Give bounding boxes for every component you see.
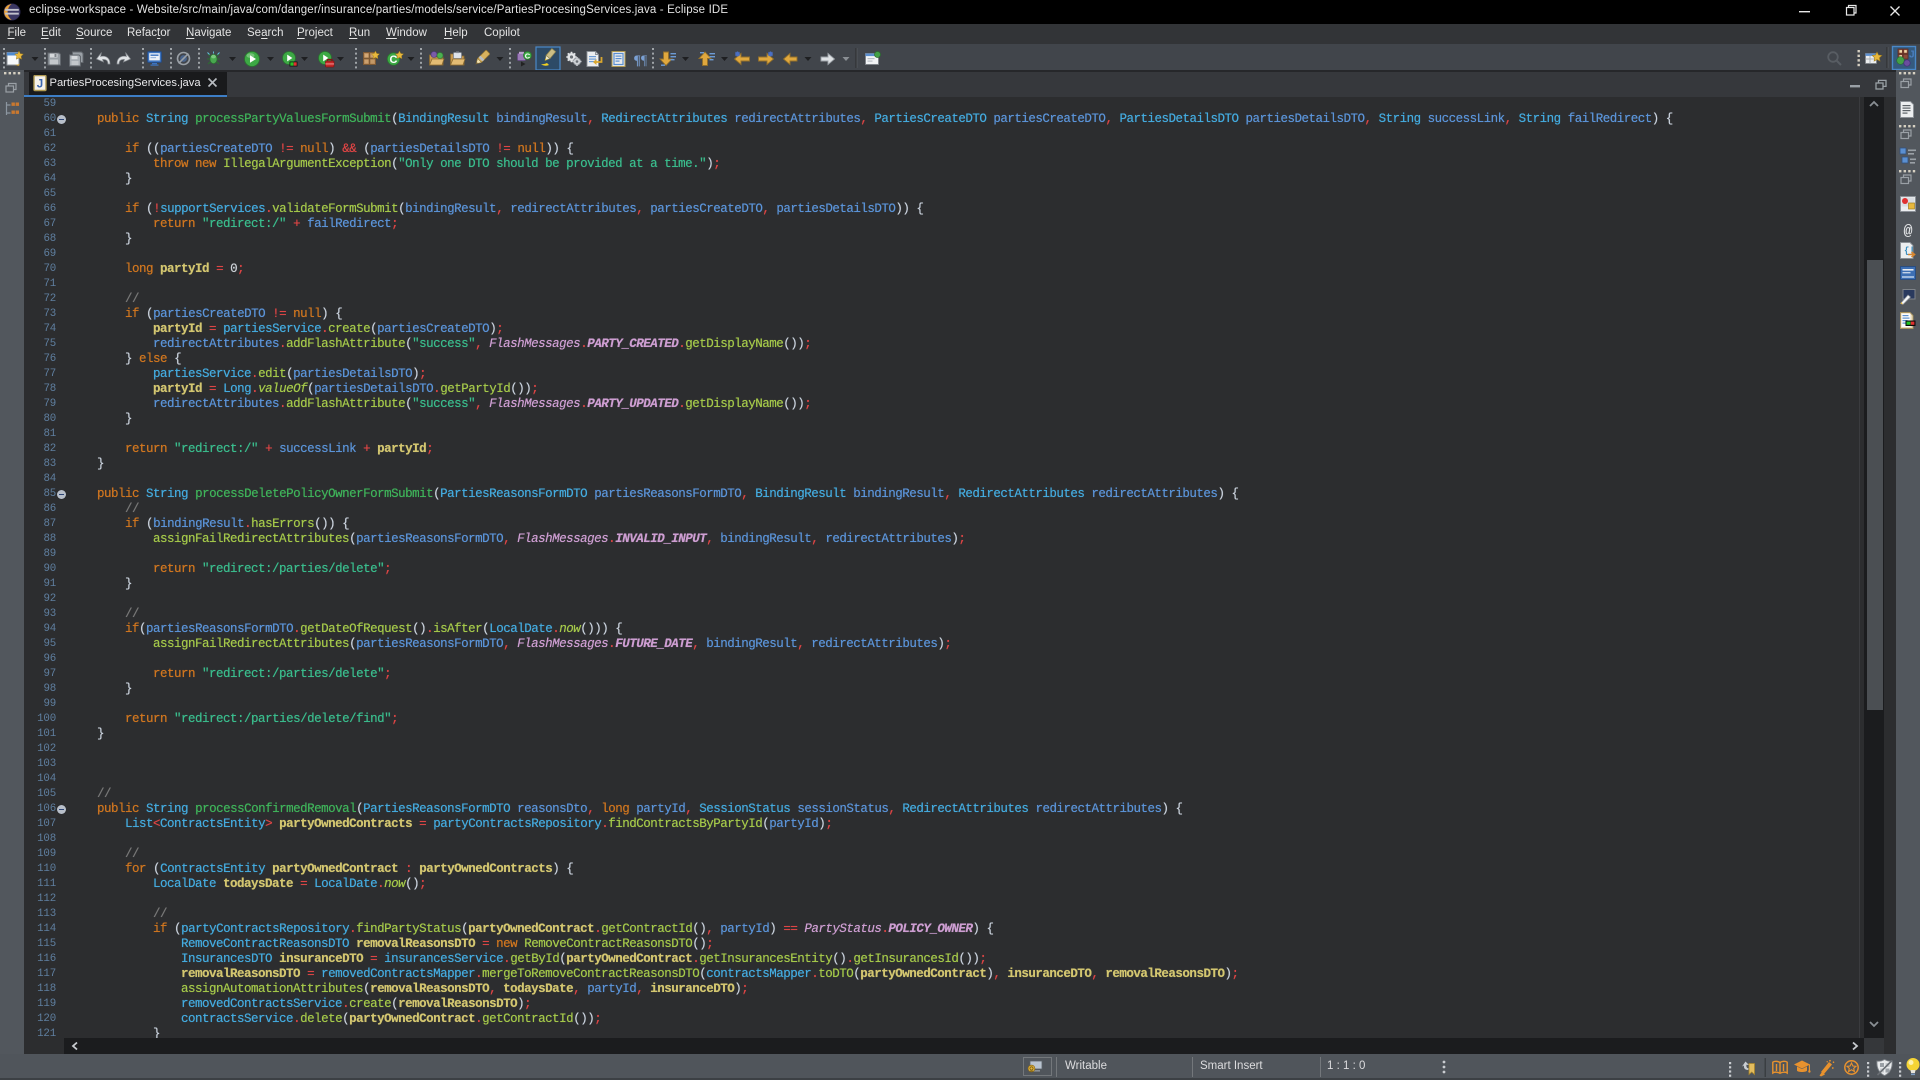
svg-text:J: J [1909,50,1915,61]
svg-text:¶: ¶ [634,53,641,68]
svg-text:@: @ [1903,223,1912,240]
svg-text:J: J [37,79,43,91]
svg-text:C: C [525,51,531,60]
svg-text:C: C [390,54,398,66]
svg-text:¶: ¶ [641,53,647,68]
